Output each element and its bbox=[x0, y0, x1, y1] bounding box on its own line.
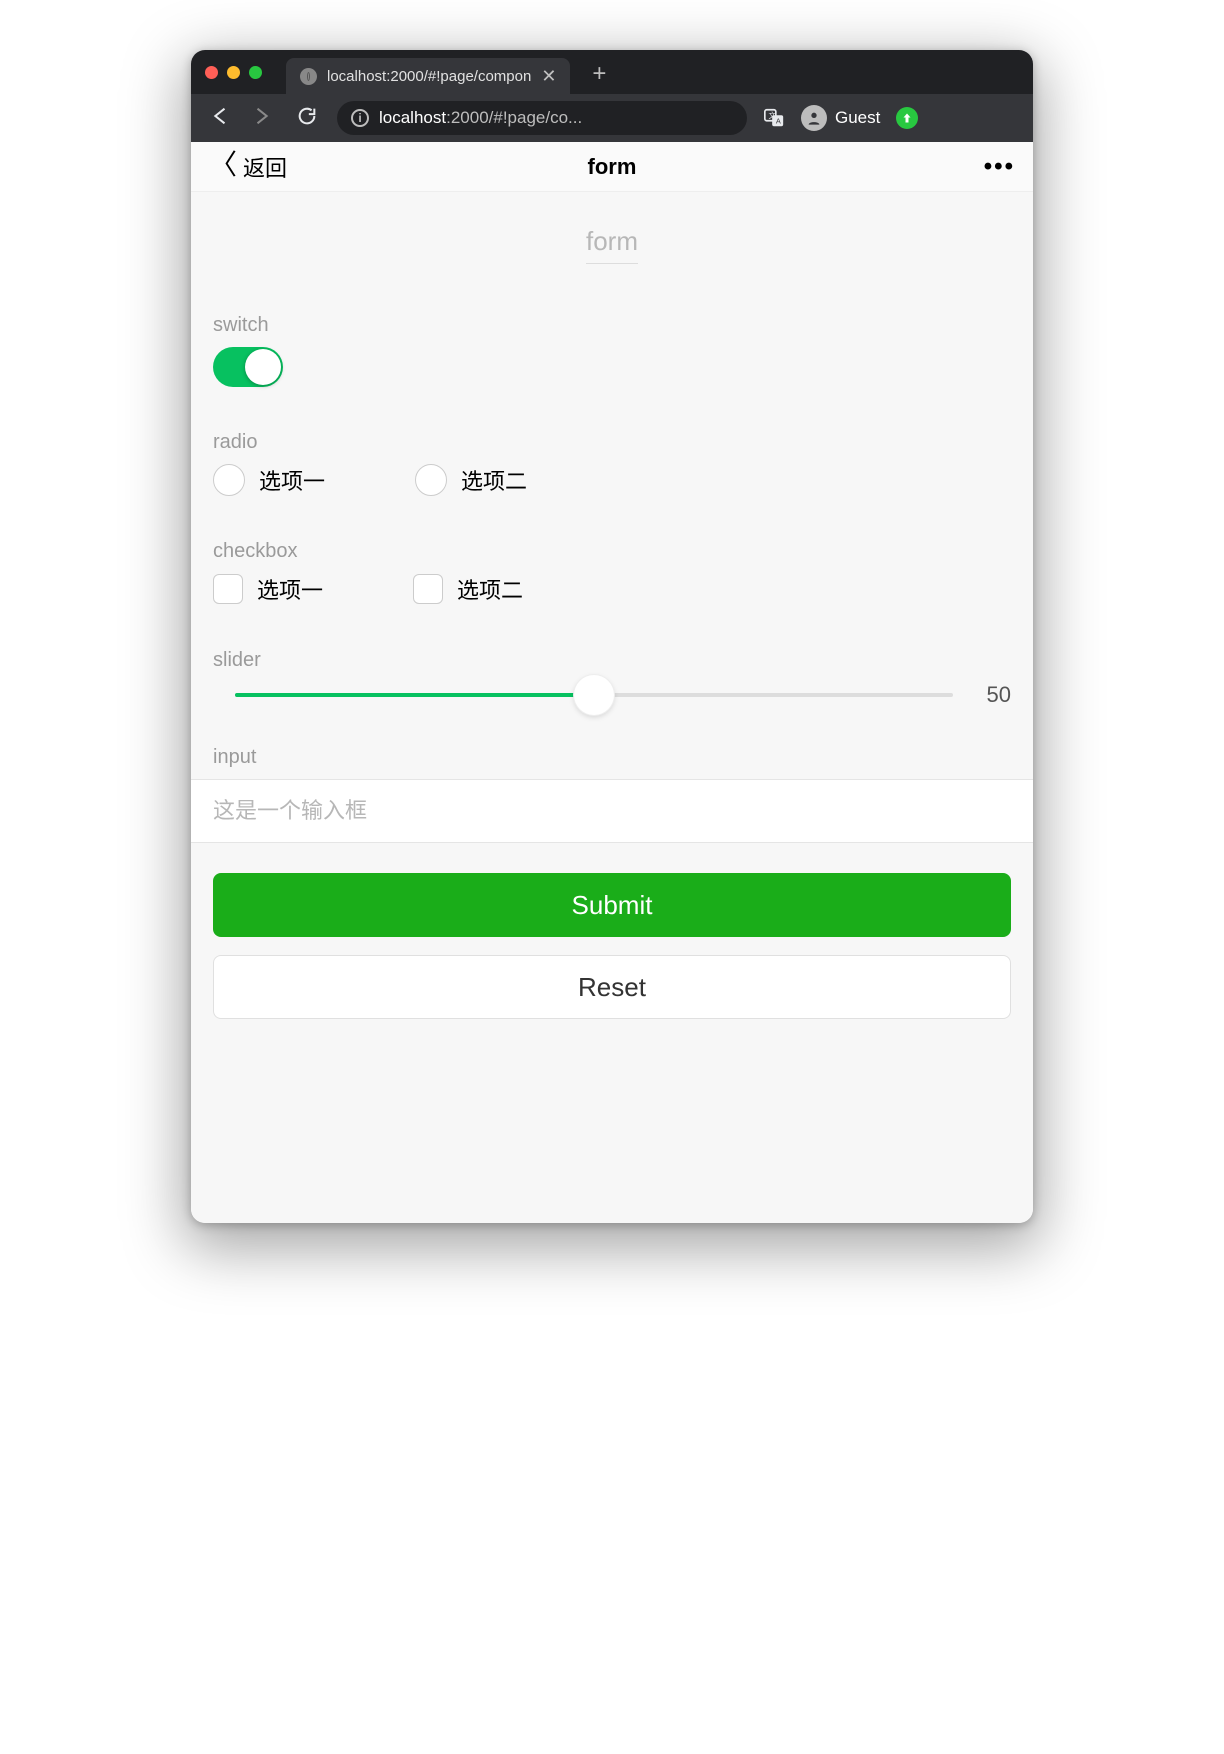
section-label-slider: slider bbox=[213, 649, 1011, 672]
switch-toggle[interactable] bbox=[213, 347, 283, 387]
profile-avatar-icon bbox=[801, 105, 827, 131]
slider-fill bbox=[235, 693, 594, 697]
back-label: 返回 bbox=[243, 151, 287, 183]
input-wrap bbox=[191, 779, 1033, 843]
address-bar[interactable]: i localhost:2000/#!page/co... bbox=[337, 101, 747, 135]
tab-strip: localhost:2000/#!page/compon ✕ + bbox=[191, 50, 1033, 94]
slider-track[interactable] bbox=[235, 693, 953, 697]
button-area: Submit Reset bbox=[191, 843, 1033, 1019]
app-header: 〈 返回 form ••• bbox=[191, 142, 1033, 192]
section-label-switch: switch bbox=[213, 314, 1011, 337]
checkbox-icon bbox=[213, 574, 243, 604]
section-slider: slider 50 bbox=[191, 649, 1033, 708]
radio-icon bbox=[213, 464, 245, 496]
zoom-window-button[interactable] bbox=[249, 66, 262, 79]
page-title: form bbox=[586, 226, 638, 264]
translate-icon[interactable]: 文A bbox=[763, 107, 785, 129]
browser-toolbar: i localhost:2000/#!page/co... 文A Guest bbox=[191, 94, 1033, 142]
checkbox-icon bbox=[413, 574, 443, 604]
close-tab-icon[interactable]: ✕ bbox=[541, 67, 556, 85]
window-controls bbox=[205, 66, 262, 79]
radio-option-label: 选项二 bbox=[461, 464, 527, 496]
checkbox-option-label: 选项一 bbox=[257, 573, 323, 605]
app-viewport: 〈 返回 form ••• form switch radio 选项一 bbox=[191, 142, 1033, 1223]
section-label-radio: radio bbox=[213, 431, 1011, 454]
update-available-icon[interactable] bbox=[896, 107, 918, 129]
reset-button[interactable]: Reset bbox=[213, 955, 1011, 1019]
radio-option-2[interactable]: 选项二 bbox=[415, 464, 527, 496]
browser-window: localhost:2000/#!page/compon ✕ + i local… bbox=[191, 50, 1033, 1223]
new-tab-button[interactable]: + bbox=[592, 62, 606, 86]
section-radio: radio 选项一 选项二 bbox=[191, 431, 1033, 496]
section-label-input: input bbox=[213, 746, 1011, 769]
slider-knob[interactable] bbox=[574, 675, 614, 715]
section-label-checkbox: checkbox bbox=[213, 540, 1011, 563]
radio-icon bbox=[415, 464, 447, 496]
close-window-button[interactable] bbox=[205, 66, 218, 79]
app-header-title: form bbox=[191, 154, 1033, 180]
section-input: input bbox=[191, 746, 1033, 769]
checkbox-option-label: 选项二 bbox=[457, 573, 523, 605]
profile-chip[interactable]: Guest bbox=[801, 105, 880, 131]
checkbox-option-1[interactable]: 选项一 bbox=[213, 573, 323, 605]
app-back-button[interactable]: 〈 返回 bbox=[209, 151, 287, 183]
page-body: form switch radio 选项一 选项二 bbox=[191, 192, 1033, 1019]
profile-label: Guest bbox=[835, 108, 880, 128]
tab-title: localhost:2000/#!page/compon bbox=[327, 68, 531, 85]
radio-option-label: 选项一 bbox=[259, 464, 325, 496]
text-input[interactable] bbox=[191, 780, 1033, 842]
reload-button[interactable] bbox=[293, 105, 321, 132]
more-menu-icon[interactable]: ••• bbox=[984, 153, 1015, 181]
site-info-icon[interactable]: i bbox=[351, 109, 369, 127]
checkbox-option-2[interactable]: 选项二 bbox=[413, 573, 523, 605]
browser-tab[interactable]: localhost:2000/#!page/compon ✕ bbox=[286, 58, 570, 94]
forward-button[interactable] bbox=[249, 105, 277, 132]
minimize-window-button[interactable] bbox=[227, 66, 240, 79]
submit-button[interactable]: Submit bbox=[213, 873, 1011, 937]
svg-text:A: A bbox=[776, 117, 781, 126]
radio-option-1[interactable]: 选项一 bbox=[213, 464, 325, 496]
url-text: localhost:2000/#!page/co... bbox=[379, 108, 582, 128]
globe-icon bbox=[300, 68, 317, 85]
section-switch: switch bbox=[191, 314, 1033, 387]
chevron-left-icon: 〈 bbox=[209, 151, 237, 179]
section-checkbox: checkbox 选项一 选项二 bbox=[191, 540, 1033, 605]
back-button[interactable] bbox=[205, 105, 233, 132]
slider-value: 50 bbox=[971, 682, 1011, 708]
